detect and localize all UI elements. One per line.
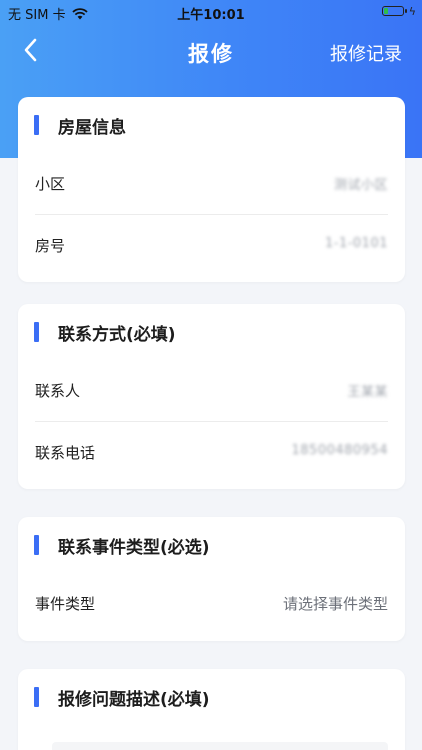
row-value[interactable]: 18500480954 [292, 443, 388, 458]
charging-icon: ϟ [408, 5, 416, 18]
description-textarea[interactable] [52, 742, 388, 750]
clock: 上午10:01 [177, 8, 245, 23]
section-title: 报修问题描述(必填) [58, 690, 210, 710]
row-value: 测试小区 [333, 178, 388, 193]
section-title: 联系方式(必填) [58, 325, 176, 345]
contact-phone-row[interactable]: 联系电话 18500480954 [35, 422, 388, 483]
card-header: 联系方式(必填) [18, 304, 405, 360]
section-marker [34, 115, 39, 135]
navigation-bar: 报修 报修记录 [0, 30, 422, 74]
row-label: 事件类型 [35, 595, 96, 613]
section-title: 联系事件类型(必选) [58, 538, 210, 558]
card-header: 房屋信息 [18, 97, 405, 153]
row-value: 1-1-0101 [324, 236, 388, 251]
contact-person-row[interactable]: 联系人 王某某 [35, 360, 388, 422]
event-type-row[interactable]: 事件类型 请选择事件类型 [35, 573, 388, 634]
card-header: 报修问题描述(必填) [18, 669, 405, 725]
battery-icon [382, 6, 407, 16]
room-number-row[interactable]: 房号 1-1-0101 [35, 215, 388, 276]
row-label: 房号 [35, 237, 66, 255]
row-label: 联系电话 [35, 444, 96, 462]
battery-fill [384, 8, 389, 14]
event-type-select[interactable]: 请选择事件类型 [283, 593, 388, 614]
row-label: 小区 [35, 175, 66, 193]
house-info-card: 房屋信息 小区 测试小区 房号 1-1-0101 [18, 97, 405, 282]
description-card: 报修问题描述(必填) [18, 669, 405, 750]
section-marker [34, 322, 39, 342]
row-label: 联系人 [35, 382, 81, 400]
contact-card: 联系方式(必填) 联系人 王某某 联系电话 18500480954 [18, 304, 405, 489]
card-header: 联系事件类型(必选) [18, 517, 405, 573]
section-title: 房屋信息 [58, 118, 126, 138]
event-type-card: 联系事件类型(必选) 事件类型 请选择事件类型 [18, 517, 405, 641]
community-row[interactable]: 小区 测试小区 [35, 153, 388, 215]
status-bar: 无 SIM 卡 上午10:01 ϟ [0, 0, 422, 24]
repair-record-link[interactable]: 报修记录 [330, 40, 402, 66]
section-marker [34, 535, 39, 555]
section-marker [34, 687, 39, 707]
row-value[interactable]: 王某某 [347, 381, 388, 400]
